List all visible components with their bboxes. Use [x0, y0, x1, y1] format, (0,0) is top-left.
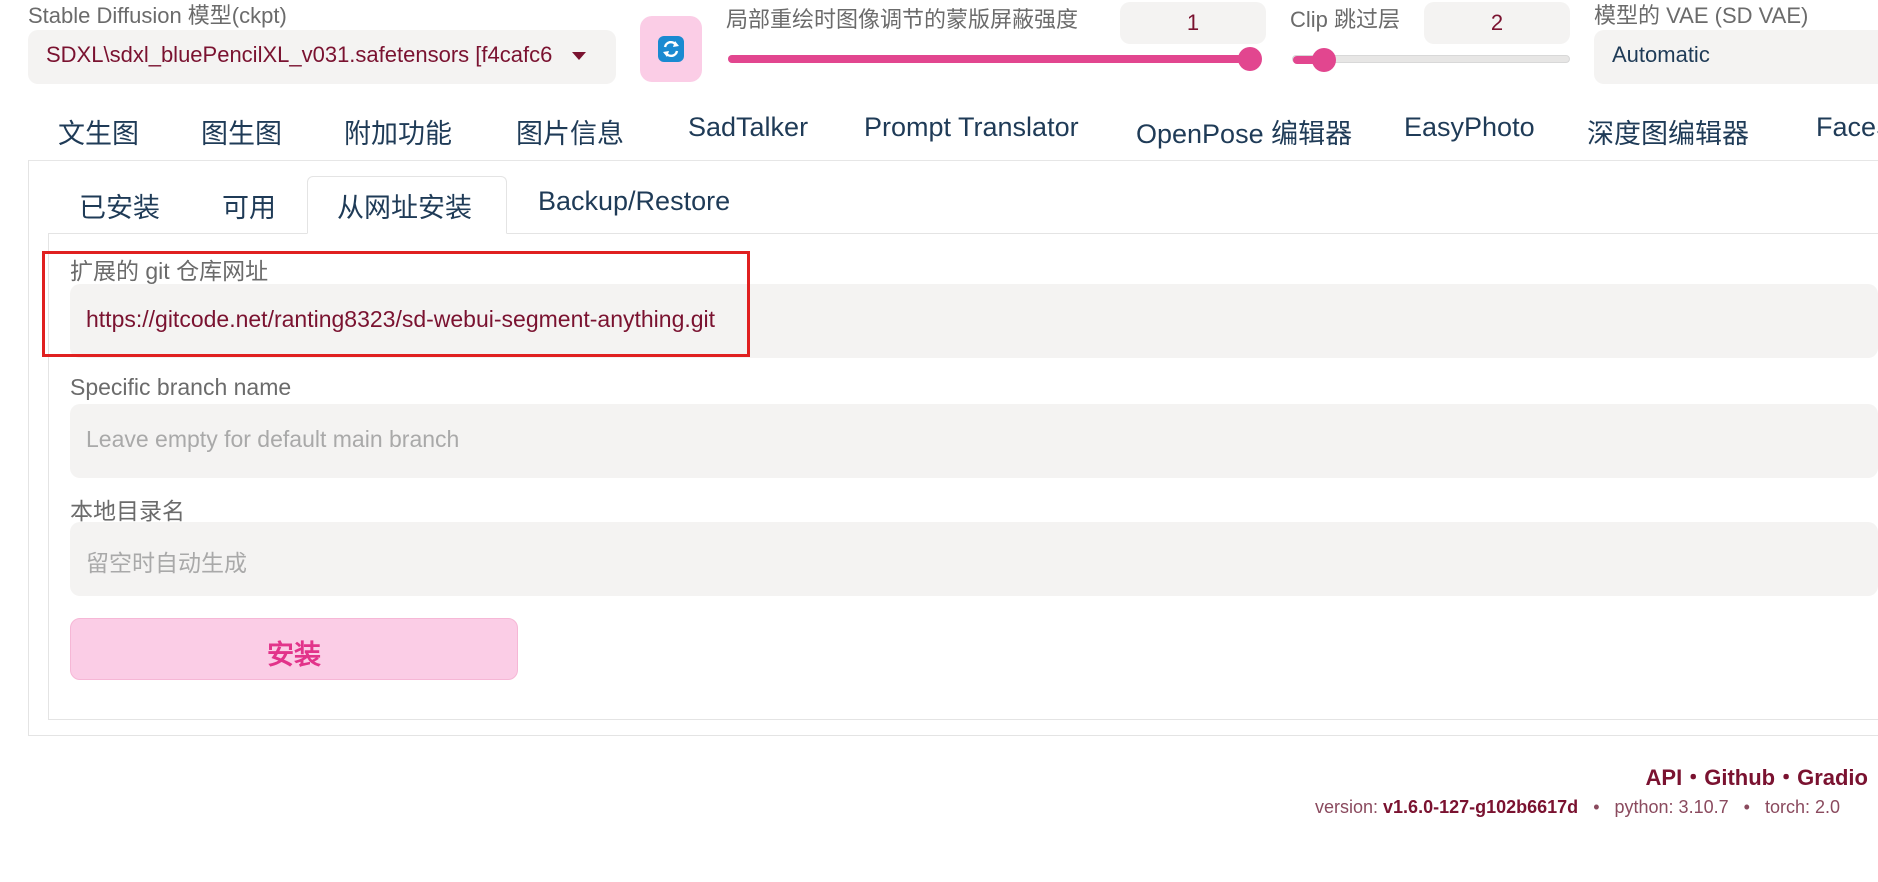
- dir-input[interactable]: 留空时自动生成: [70, 522, 1878, 596]
- clip-skip-thumb[interactable]: [1312, 48, 1336, 72]
- branch-label: Specific branch name: [70, 374, 292, 400]
- dir-placeholder: 留空时自动生成: [86, 550, 247, 576]
- tab-sadtalker[interactable]: SadTalker: [688, 112, 808, 143]
- tab-prompt-translator[interactable]: Prompt Translator: [864, 112, 1079, 143]
- tab-txt2img[interactable]: 文生图: [58, 112, 139, 151]
- tab-backup-restore[interactable]: Backup/Restore: [538, 186, 730, 217]
- clip-skip-label: Clip 跳过层: [1290, 7, 1401, 32]
- vae-label: 模型的 VAE (SD VAE): [1594, 3, 1809, 28]
- ckpt-dropdown[interactable]: SDXL\sdxl_bluePencilXL_v031.safetensors …: [28, 30, 616, 84]
- tab-extras[interactable]: 附加功能: [344, 112, 452, 151]
- refresh-button[interactable]: [640, 16, 702, 82]
- mask-strength-slider[interactable]: [728, 47, 1262, 71]
- version-label: version:: [1315, 797, 1384, 817]
- clip-skip-input[interactable]: 2: [1424, 2, 1570, 44]
- mask-strength-thumb[interactable]: [1238, 47, 1262, 71]
- vae-dropdown[interactable]: Automatic: [1594, 30, 1878, 84]
- footer-links[interactable]: API・Github・Gradio: [1646, 760, 1868, 792]
- dir-label: 本地目录名: [70, 498, 185, 524]
- python-version: python: 3.10.7: [1614, 797, 1729, 817]
- tab-install-from-url[interactable]: 从网址安装: [337, 186, 472, 225]
- tab-installed[interactable]: 已安装: [79, 186, 160, 225]
- ckpt-label: Stable Diffusion 模型(ckpt): [28, 3, 287, 28]
- tab-available[interactable]: 可用: [222, 186, 276, 225]
- tab-depth-editor[interactable]: 深度图编辑器: [1587, 112, 1749, 151]
- chevron-down-icon: [572, 52, 586, 60]
- branch-input[interactable]: Leave empty for default main branch: [70, 404, 1878, 478]
- tab-openpose-editor[interactable]: OpenPose 编辑器: [1136, 112, 1352, 151]
- mask-strength-label: 局部重绘时图像调节的蒙版屏蔽强度: [726, 7, 1079, 32]
- clip-skip-slider[interactable]: [1292, 48, 1570, 72]
- install-button[interactable]: 安装: [70, 618, 518, 680]
- ckpt-value: SDXL\sdxl_bluePencilXL_v031.safetensors …: [46, 42, 553, 67]
- install-button-label: 安装: [267, 640, 321, 670]
- highlight-annotation: [42, 251, 750, 357]
- tab-img2img[interactable]: 图生图: [201, 112, 282, 151]
- refresh-icon: [658, 36, 684, 62]
- version-value[interactable]: v1.6.0-127-g102b6617d: [1383, 797, 1578, 817]
- tab-png-info[interactable]: 图片信息: [516, 112, 624, 151]
- mask-strength-input[interactable]: 1: [1120, 2, 1266, 44]
- tab-faces[interactable]: FaceS: [1816, 112, 1878, 143]
- torch-version: torch: 2.0: [1764, 797, 1840, 817]
- vae-value: Automatic: [1612, 42, 1710, 67]
- tab-easyphoto[interactable]: EasyPhoto: [1404, 112, 1535, 143]
- separator-dot: •: [1593, 797, 1600, 817]
- footer-version: version: v1.6.0-127-g102b6617d • python:…: [1315, 797, 1840, 818]
- branch-placeholder: Leave empty for default main branch: [86, 426, 460, 452]
- mask-strength-fill: [728, 55, 1252, 63]
- separator-dot: •: [1743, 797, 1750, 817]
